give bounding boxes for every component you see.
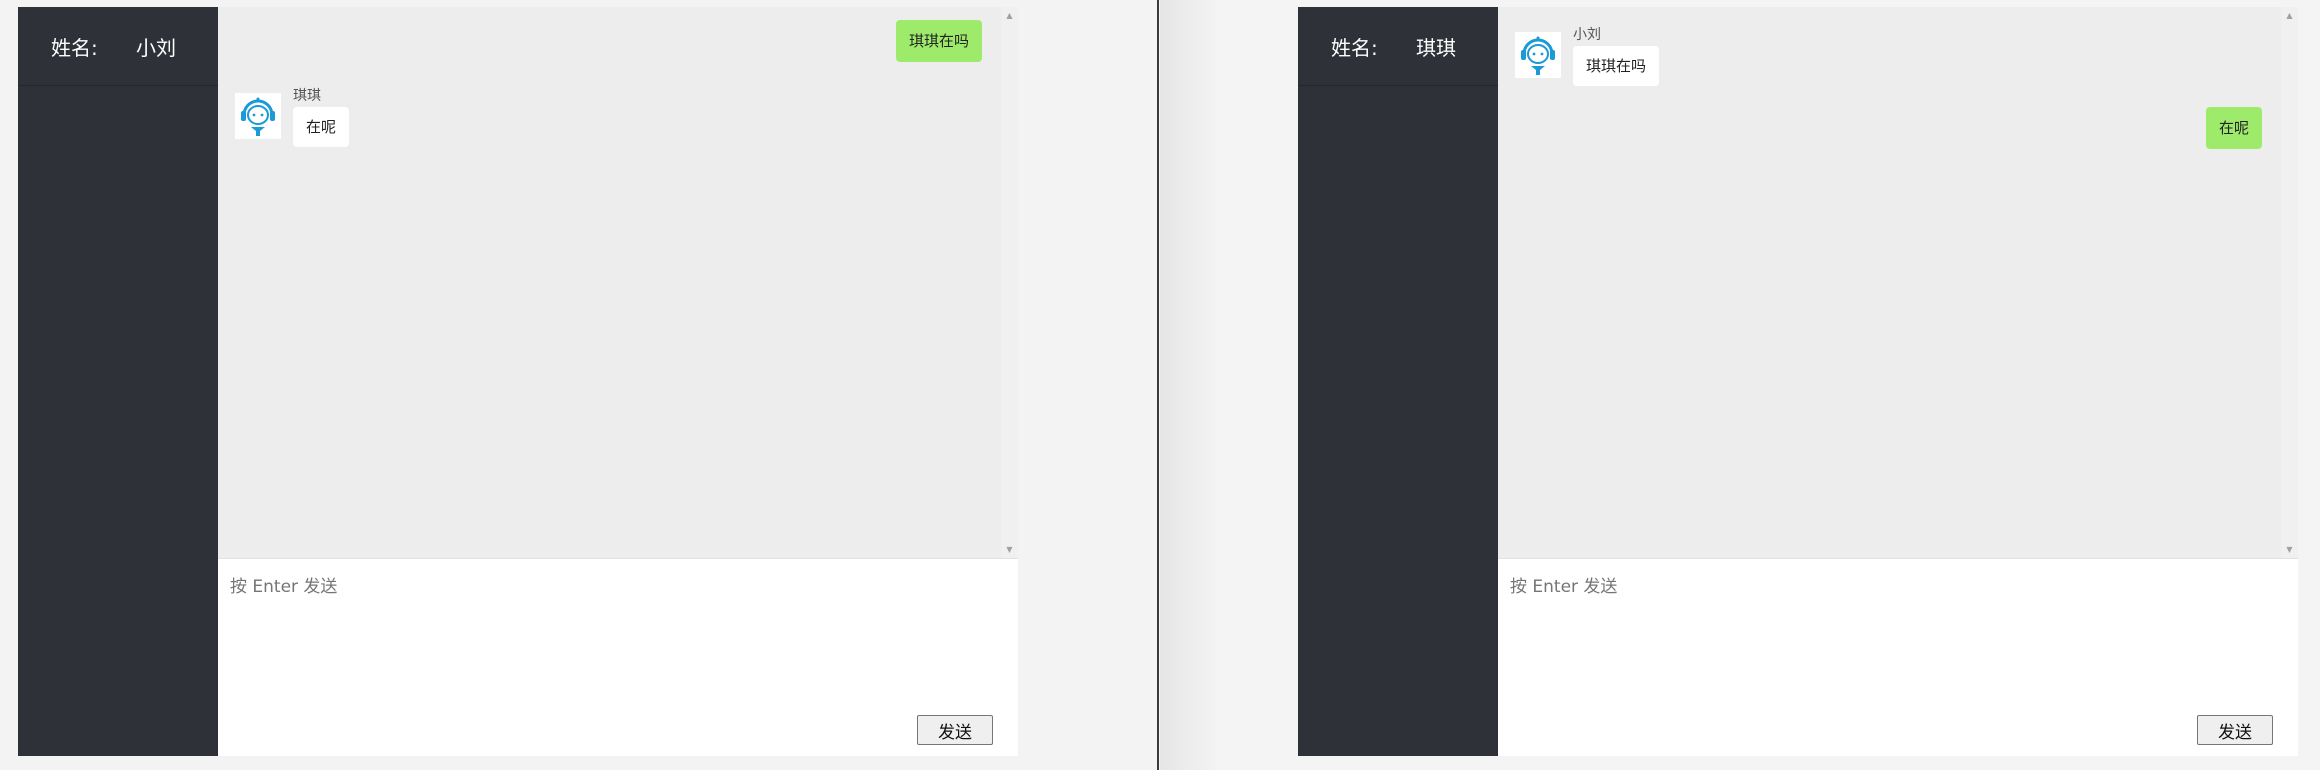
- name-label: 姓名:: [51, 35, 98, 60]
- chat-app: 姓名: 小刘 琪琪在吗 琪琪 在呢 ▲ ▼ 按 Enter 发送 发送: [18, 7, 1018, 756]
- triangle-down-icon[interactable]: ▼: [1001, 541, 1018, 558]
- message-list[interactable]: 小刘 琪琪在吗 在呢 ▲ ▼: [1498, 7, 2298, 558]
- sidebar-header: 姓名: 琪琪: [1298, 7, 1498, 86]
- user-name: 琪琪: [1416, 35, 1456, 60]
- outgoing-bubble: 在呢: [2205, 107, 2262, 149]
- message-input[interactable]: [1498, 559, 2298, 699]
- triangle-down-icon[interactable]: ▼: [2281, 541, 2298, 558]
- composer: 发送: [1498, 558, 2298, 756]
- user-name: 小刘: [136, 35, 176, 60]
- send-button[interactable]: 发送: [2197, 715, 2273, 745]
- outgoing-message: 琪琪在吗: [895, 20, 982, 62]
- left-chat-window: 姓名: 小刘 琪琪在吗 琪琪 在呢 ▲ ▼ 按 Enter 发送 发送: [0, 0, 1157, 770]
- incoming-bubble: 琪琪在吗: [1573, 46, 1660, 86]
- robot-headset-icon: [1515, 32, 1561, 78]
- robot-headset-icon: [235, 93, 281, 139]
- triangle-up-icon[interactable]: ▲: [2281, 7, 2298, 24]
- incoming-message: 小刘 琪琪在吗: [1515, 27, 1660, 86]
- send-button[interactable]: 发送: [917, 715, 993, 745]
- sidebar: 姓名: 小刘: [18, 7, 218, 756]
- incoming-bubble: 在呢: [293, 107, 350, 147]
- outgoing-bubble: 琪琪在吗: [895, 20, 982, 62]
- sidebar-header: 姓名: 小刘: [18, 7, 218, 86]
- chat-app: 姓名: 琪琪 小刘 琪琪在吗 在呢 ▲ ▼ 按 Enter 发送 发送: [1298, 7, 2298, 756]
- composer: 发送: [218, 558, 1018, 756]
- sender-name: 琪琪: [293, 88, 321, 104]
- sidebar: 姓名: 琪琪: [1298, 7, 1498, 756]
- incoming-message: 琪琪 在呢: [235, 88, 350, 147]
- divider-shadow: [1160, 0, 1220, 770]
- message-input[interactable]: [218, 559, 1018, 699]
- right-chat-window: 姓名: 琪琪 小刘 琪琪在吗 在呢 ▲ ▼ 按 Enter 发送 发送: [1160, 0, 2320, 770]
- scrollbar[interactable]: ▲ ▼: [1001, 7, 1018, 558]
- triangle-up-icon[interactable]: ▲: [1001, 7, 1018, 24]
- scrollbar[interactable]: ▲ ▼: [2281, 7, 2298, 558]
- name-label: 姓名:: [1331, 35, 1378, 60]
- sender-name: 小刘: [1573, 27, 1601, 43]
- window-divider: [1157, 0, 1159, 770]
- outgoing-message: 在呢: [2205, 107, 2262, 149]
- message-list[interactable]: 琪琪在吗 琪琪 在呢 ▲ ▼: [218, 7, 1018, 558]
